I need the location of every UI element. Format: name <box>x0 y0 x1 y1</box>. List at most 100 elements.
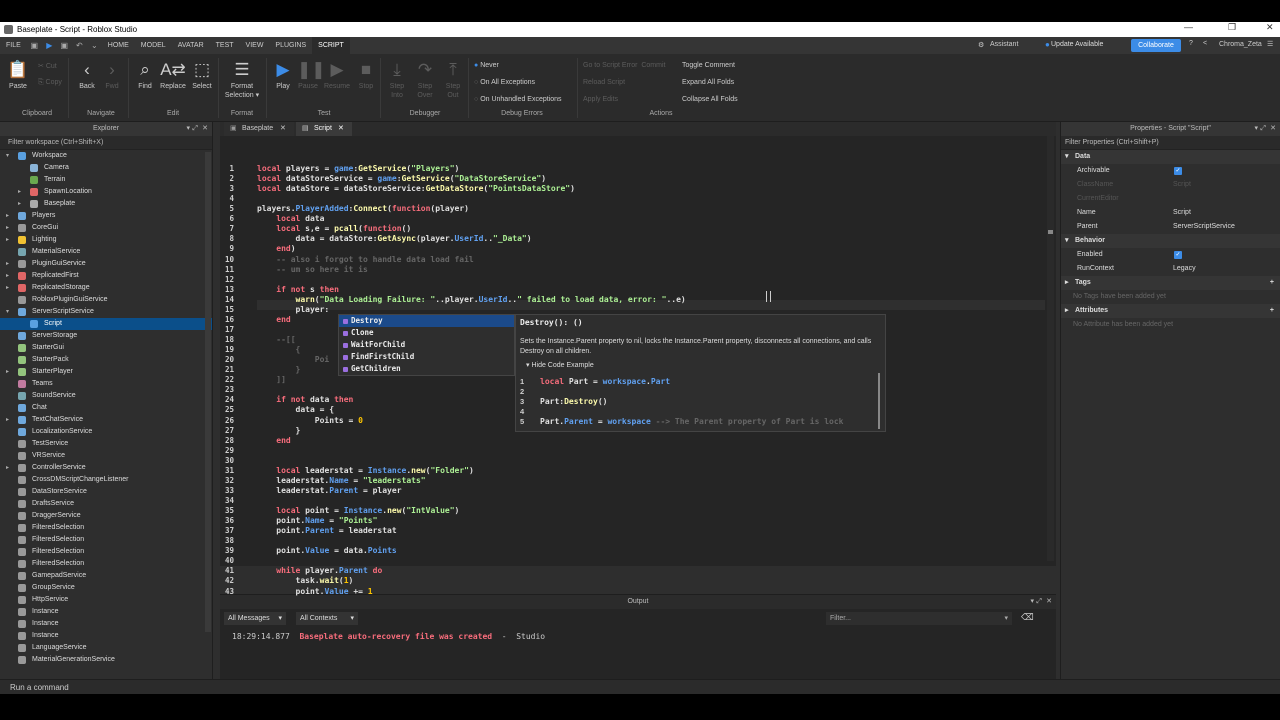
code-line[interactable]: while player.Parent do <box>257 566 382 575</box>
code-line[interactable]: Points = 0 <box>257 416 363 425</box>
code-line[interactable]: point.Parent = leaderstat <box>257 526 396 535</box>
code-line[interactable]: } <box>257 365 301 374</box>
expand-arrow-icon[interactable]: ▸ <box>6 258 14 270</box>
update-available-button[interactable]: Update Available <box>1051 41 1103 48</box>
tree-item[interactable]: GamepadService <box>0 570 212 582</box>
expand-arrow-icon[interactable]: ▸ <box>6 462 14 474</box>
code-line[interactable]: if not data then <box>257 395 353 404</box>
code-line[interactable]: end <box>257 315 290 324</box>
undock-icon[interactable]: ⤢ <box>1260 122 1266 136</box>
tree-item[interactable]: Instance <box>0 630 212 642</box>
step-over-button[interactable]: ↷ Step Over <box>414 60 436 100</box>
break-all-exceptions-option[interactable]: ○ On All Exceptions <box>474 79 535 86</box>
tree-item[interactable]: FilteredSelection <box>0 558 212 570</box>
copy-button[interactable]: ⎘ Copy <box>38 79 62 87</box>
add-tag-icon[interactable]: + <box>1270 276 1274 290</box>
tree-item[interactable]: LanguageService <box>0 642 212 654</box>
tree-item[interactable]: ▸ CoreGui <box>0 222 212 234</box>
tree-item[interactable]: DraftsService <box>0 498 212 510</box>
tree-item[interactable]: DataStoreService <box>0 486 212 498</box>
code-line[interactable]: end <box>257 436 290 445</box>
expand-arrow-icon[interactable]: ▾ <box>6 306 14 318</box>
paste-button[interactable]: 📋 Paste <box>6 60 30 91</box>
code-line[interactable]: point.Value += 1 <box>257 587 373 596</box>
tab-script[interactable]: SCRIPT <box>312 37 350 54</box>
break-never-option[interactable]: ● Never <box>474 62 499 69</box>
tree-item[interactable]: CrossDMScriptChangeListener <box>0 474 212 486</box>
replace-button[interactable]: A⇄ Replace <box>158 60 188 91</box>
expand-arrow-icon[interactable]: ▸ <box>6 366 14 378</box>
collaborate-button[interactable]: Collaborate <box>1131 39 1181 52</box>
tree-item[interactable]: ServerStorage <box>0 330 212 342</box>
format-selection-button[interactable]: ☰ Format Selection ▾ <box>224 60 260 100</box>
step-out-button[interactable]: ⤒ Step Out <box>442 60 464 100</box>
checkbox-checked-icon[interactable]: ✓ <box>1174 251 1182 259</box>
tree-item[interactable]: ▸ ReplicatedStorage <box>0 282 212 294</box>
expand-all-folds-button[interactable]: Expand All Folds <box>682 79 734 86</box>
assistant-button[interactable]: Assistant <box>990 41 1018 48</box>
share-icon[interactable]: < <box>1203 40 1207 47</box>
undo-icon[interactable]: ↶ <box>75 41 84 50</box>
data-section[interactable]: ▾ Data <box>1061 150 1280 164</box>
tree-item[interactable]: StarterPack <box>0 354 212 366</box>
autocomplete-item[interactable]: Clone <box>339 327 514 339</box>
tree-item[interactable]: Camera <box>0 162 212 174</box>
expand-arrow-icon[interactable]: ▸ <box>6 234 14 246</box>
code-line[interactable]: local dataStore = dataStoreService:GetDa… <box>257 184 575 193</box>
maximize-icon[interactable]: ❐ <box>1228 22 1236 33</box>
tree-item[interactable]: MaterialService <box>0 246 212 258</box>
tab-home[interactable]: HOME <box>102 37 135 54</box>
tree-item[interactable]: ▸ ReplicatedFirst <box>0 270 212 282</box>
tree-item[interactable]: ▸ SpawnLocation <box>0 186 212 198</box>
expand-arrow-icon[interactable]: ▸ <box>6 210 14 222</box>
play-quick-icon[interactable]: ▶ <box>45 41 54 50</box>
resume-button[interactable]: ▶ Resume <box>322 60 352 91</box>
expand-arrow-icon[interactable]: ▾ <box>6 150 14 162</box>
tab-plugins[interactable]: PLUGINS <box>269 37 312 54</box>
attributes-section[interactable]: ▸ Attributes + <box>1061 304 1280 318</box>
forward-button[interactable]: › Fwd <box>101 60 123 91</box>
tree-item[interactable]: ▸ Baseplate <box>0 198 212 210</box>
code-line[interactable]: Poi <box>257 355 329 364</box>
panel-menu-icon[interactable]: ▾ <box>1254 122 1258 136</box>
doc-scrollbar[interactable] <box>878 373 880 429</box>
explorer-scrollbar[interactable] <box>205 152 211 632</box>
back-button[interactable]: ‹ Back <box>76 60 98 91</box>
code-line[interactable]: local s,e = pcall(function() <box>257 224 411 233</box>
code-line[interactable]: task.wait(1) <box>257 576 354 585</box>
step-into-button[interactable]: ⤓ Step Into <box>386 60 408 100</box>
tab-test[interactable]: TEST <box>210 37 240 54</box>
minimize-icon[interactable]: — <box>1184 22 1193 32</box>
pause-button[interactable]: ❚❚ Pause <box>297 60 326 91</box>
code-line[interactable]: warn("Data Loading Failure: "..player.Us… <box>257 295 686 304</box>
editor-scrollbar[interactable] <box>1047 136 1054 561</box>
prop-enabled[interactable]: Enabled ✓ <box>1061 248 1280 262</box>
tree-item[interactable]: MaterialGenerationService <box>0 654 212 666</box>
code-line[interactable]: players.PlayerAdded:Connect(function(pla… <box>257 204 469 213</box>
messages-filter-dropdown[interactable]: All Messages ▾ <box>224 612 286 625</box>
tree-item[interactable]: Script <box>0 318 212 330</box>
properties-filter-input[interactable]: Filter Properties (Ctrl+Shift+P) <box>1061 136 1280 150</box>
code-line[interactable]: --[[ <box>257 335 295 344</box>
quick-icon[interactable]: ▣ <box>60 41 69 50</box>
tree-item[interactable]: FilteredSelection <box>0 546 212 558</box>
expand-arrow-icon[interactable]: ▸ <box>6 270 14 282</box>
undock-icon[interactable]: ⤢ <box>192 122 198 136</box>
tree-item[interactable]: FilteredSelection <box>0 522 212 534</box>
play-button[interactable]: ▶ Play <box>272 60 294 91</box>
prop-name[interactable]: Name Script <box>1061 206 1280 220</box>
help-icon[interactable]: ? <box>1189 40 1193 47</box>
find-button[interactable]: ⌕ Find <box>134 60 156 91</box>
collapse-all-folds-button[interactable]: Collapse All Folds <box>682 96 738 103</box>
tab-model[interactable]: MODEL <box>135 37 172 54</box>
code-line[interactable]: local point = Instance.new("IntValue") <box>257 506 459 515</box>
tree-item[interactable]: ▾ Workspace <box>0 150 212 162</box>
autocomplete-item[interactable]: Destroy <box>339 315 514 327</box>
code-line[interactable]: { <box>257 345 301 354</box>
assistant-icon[interactable]: ⚙ <box>978 41 984 49</box>
autocomplete-item[interactable]: GetChildren <box>339 363 514 375</box>
prop-runcontext[interactable]: RunContext Legacy <box>1061 262 1280 276</box>
tree-item[interactable]: ▸ Lighting <box>0 234 212 246</box>
save-icon[interactable]: ▣ <box>30 41 39 50</box>
close-panel-icon[interactable]: ✕ <box>202 122 208 136</box>
